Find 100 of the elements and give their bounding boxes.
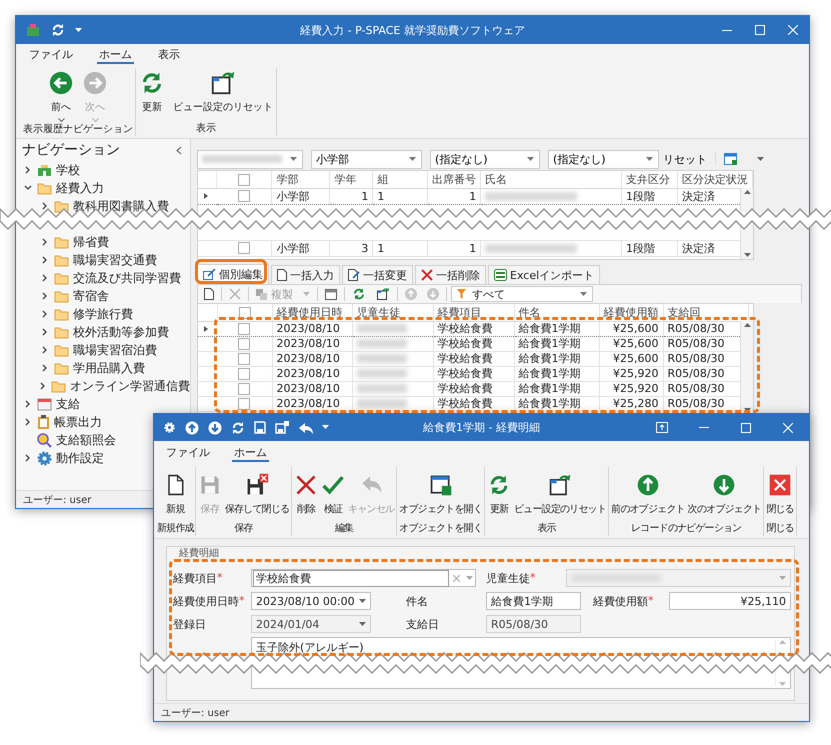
- delete-button[interactable]: 削除: [293, 473, 320, 516]
- input-field[interactable]: 給食費1学期: [486, 592, 581, 610]
- table-cell: ¥25,600: [613, 352, 658, 365]
- validate-button[interactable]: 検証: [320, 473, 346, 516]
- tree-item[interactable]: 経費入力: [56, 180, 104, 196]
- back-button[interactable]: 前へ: [47, 70, 75, 122]
- scroll-down-icon: [744, 253, 750, 257]
- row-checkbox[interactable]: [238, 368, 250, 380]
- save-as-icon: [275, 421, 289, 434]
- column-header[interactable]: 学年: [334, 172, 356, 186]
- edit-mode-tab[interactable]: 一括入力: [271, 265, 340, 284]
- close-icon: [768, 473, 792, 497]
- dropdown-field[interactable]: (指定なし): [430, 150, 540, 168]
- caret-icon: [757, 156, 764, 162]
- tree-item[interactable]: 校外活動等参加費: [73, 324, 169, 340]
- previous-object-button[interactable]: 前のオブジェクト: [610, 473, 686, 516]
- expand-toggle[interactable]: [22, 184, 33, 192]
- tree-item[interactable]: 交流及び共同学習費: [73, 270, 181, 286]
- column-header[interactable]: 出席番号: [432, 172, 476, 186]
- select-all-checkbox[interactable]: [238, 306, 250, 319]
- reset-view-button[interactable]: ビュー設定のリセット: [172, 70, 274, 114]
- date-field[interactable]: 2023/08/10 00:00: [251, 592, 371, 610]
- up-arrow-icon: [185, 420, 199, 434]
- table-cell: 決定済: [682, 242, 715, 254]
- column-header[interactable]: 支弁区分: [626, 172, 670, 186]
- folder-icon: [54, 290, 69, 302]
- column-header[interactable]: 組: [377, 172, 388, 186]
- date-field[interactable]: 2024/01/04: [251, 615, 371, 633]
- column-header[interactable]: 児童生徒: [356, 306, 400, 319]
- ribbon-tab[interactable]: ファイル: [164, 442, 212, 462]
- tree-item[interactable]: オンライン学習通信費: [70, 378, 190, 394]
- new-button[interactable]: 新規: [162, 473, 188, 516]
- ribbon-tab[interactable]: ホーム: [97, 44, 134, 64]
- chevron-right-icon: [24, 166, 32, 174]
- expand-toggle[interactable]: [39, 382, 47, 390]
- tree-item[interactable]: 支給額照会: [56, 432, 116, 448]
- tree-item[interactable]: 帳票出力: [54, 414, 102, 430]
- table-cell: 決定済: [682, 190, 715, 202]
- row-checkbox[interactable]: [238, 352, 250, 365]
- window-icon: [325, 288, 337, 300]
- down-arrow-icon: [427, 288, 439, 300]
- ribbon-tab[interactable]: ファイル: [27, 44, 75, 64]
- tree-item[interactable]: 学用品購入費: [73, 360, 145, 376]
- row-checkbox[interactable]: [238, 322, 250, 335]
- column-header[interactable]: 区分決定状況: [682, 172, 748, 186]
- column-header[interactable]: 支給回: [668, 306, 700, 319]
- field-label: 登録日: [173, 616, 206, 632]
- dropdown-field[interactable]: [566, 569, 791, 587]
- tree-item[interactable]: 支給: [56, 396, 80, 412]
- row-checkbox[interactable]: [238, 338, 250, 350]
- tree-item[interactable]: 修学旅行費: [73, 306, 133, 322]
- edit-mode-tab[interactable]: 一括変更: [342, 265, 413, 284]
- select-all-checkbox[interactable]: [238, 174, 250, 186]
- row-checkbox[interactable]: [238, 242, 250, 254]
- dropdown-field[interactable]: 小学部: [311, 150, 422, 168]
- table-cell: 学校給食費: [438, 322, 492, 335]
- input-field[interactable]: ¥25,110: [669, 592, 791, 610]
- refresh-button[interactable]: 更新: [486, 473, 512, 516]
- column-header[interactable]: 氏名: [485, 172, 508, 186]
- row-checkbox[interactable]: [238, 398, 250, 410]
- ribbon-group-label: 新規作成: [157, 522, 194, 536]
- clipboard-icon: [37, 415, 50, 429]
- field-label: 児童生徒: [486, 570, 530, 586]
- next-object-button[interactable]: 次のオブジェクト: [686, 473, 762, 516]
- lookup-field[interactable]: 学校給食費: [251, 569, 476, 587]
- open-object-button[interactable]: オブジェクトを開く: [398, 473, 484, 516]
- tree-item[interactable]: 寄宿舎: [73, 288, 109, 304]
- dropdown-field[interactable]: [197, 150, 303, 168]
- chevron-right-icon: [40, 346, 48, 354]
- filter-dropdown[interactable]: すべて: [451, 286, 593, 302]
- tree-item[interactable]: 動作設定: [56, 450, 104, 466]
- tree-item[interactable]: 学校: [56, 162, 80, 178]
- column-header[interactable]: 経費項目: [438, 306, 482, 319]
- column-header[interactable]: 経費使用日時: [276, 306, 342, 319]
- tree-item[interactable]: 帰省費: [73, 234, 109, 250]
- edit-mode-tab[interactable]: 一括削除: [415, 265, 486, 284]
- edit-mode-tab[interactable]: Excelインポート: [488, 265, 600, 284]
- row-checkbox[interactable]: [238, 190, 250, 202]
- new-button[interactable]: [201, 288, 217, 300]
- window-title: 給食費1学期 - 経費明細: [423, 421, 540, 434]
- window-button[interactable]: [322, 288, 340, 300]
- row-checkbox[interactable]: [238, 382, 250, 395]
- column-header[interactable]: 学部: [276, 172, 298, 186]
- scrollbar[interactable]: [740, 321, 753, 414]
- table-cell: 1: [377, 242, 384, 254]
- refresh-button[interactable]: 更新: [138, 70, 166, 114]
- tree-item[interactable]: 職場実習交通費: [73, 252, 157, 268]
- save-close-button[interactable]: 保存して閉じる: [224, 473, 290, 516]
- ribbon-tab[interactable]: ホーム: [232, 442, 269, 462]
- ribbon-tab[interactable]: 表示: [156, 44, 182, 64]
- input-field[interactable]: R05/08/30: [486, 615, 581, 633]
- column-header[interactable]: 件名: [518, 306, 540, 319]
- table-cell: R05/08/30: [668, 322, 725, 335]
- dropdown-field[interactable]: (指定なし): [548, 150, 659, 168]
- table-cell: 学校給食費: [438, 382, 492, 395]
- table-cell: R05/08/30: [668, 352, 725, 365]
- tree-item[interactable]: 職場実習宿泊費: [73, 342, 157, 358]
- reset-view-button[interactable]: ビュー設定のリセット: [513, 473, 608, 516]
- close-button[interactable]: 閉じる: [765, 473, 795, 516]
- reset-link[interactable]: リセット: [663, 152, 707, 166]
